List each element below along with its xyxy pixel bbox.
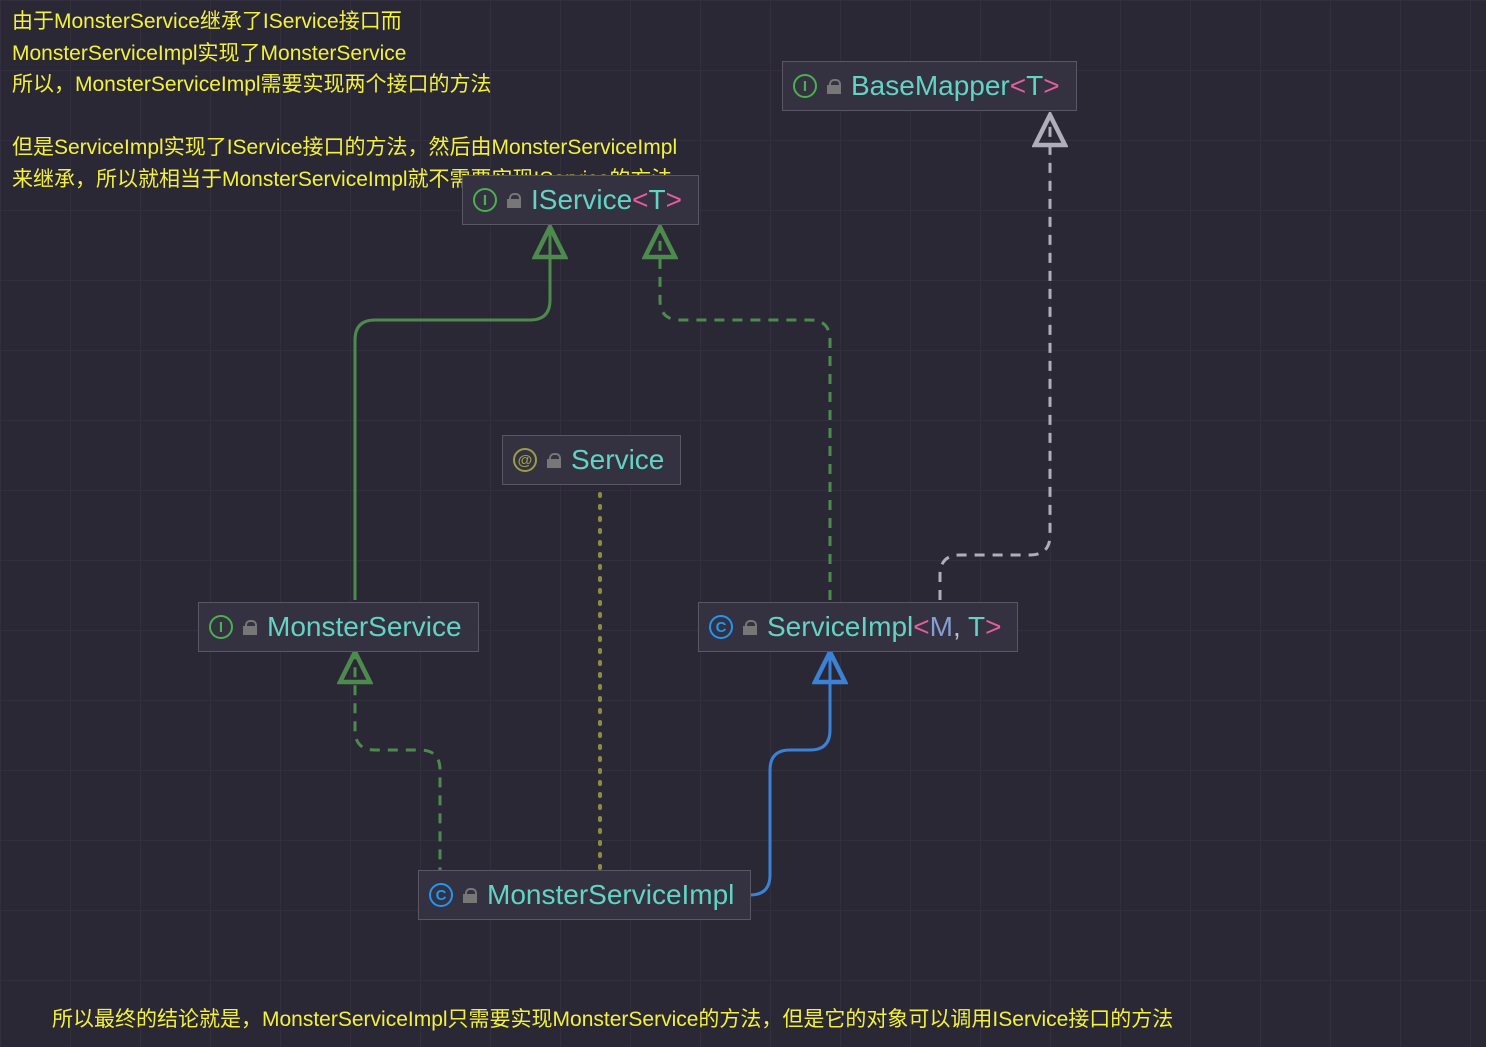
lock-icon (547, 453, 561, 467)
interface-icon: I (209, 615, 233, 639)
node-monsterservice[interactable]: I MonsterService (198, 602, 479, 652)
interface-icon: I (793, 74, 817, 98)
node-label: ServiceImpl<M, T> (767, 611, 1001, 643)
annotation-top: 由于MonsterService继承了IService接口而 MonsterSe… (12, 6, 677, 195)
node-label: MonsterService (267, 611, 462, 643)
node-serviceimpl[interactable]: C ServiceImpl<M, T> (698, 602, 1018, 652)
node-iservice[interactable]: I IService<T> (462, 175, 699, 225)
edge-serviceimpl-to-basemapper (940, 118, 1050, 600)
edge-monsterserviceimpl-to-serviceimpl (685, 655, 830, 895)
lock-icon (507, 193, 521, 207)
lock-icon (463, 888, 477, 902)
node-label: Service (571, 444, 664, 476)
edge-monsterserviceimpl-to-monsterservice (355, 655, 520, 895)
lock-icon (743, 620, 757, 634)
edge-monsterservice-to-iservice (355, 230, 550, 600)
class-icon: C (429, 883, 453, 907)
lock-icon (827, 79, 841, 93)
class-icon: C (709, 615, 733, 639)
annotation-bottom: 所以最终的结论就是，MonsterServiceImpl只需要实现Monster… (52, 1004, 1173, 1036)
edge-serviceimpl-to-iservice (660, 230, 830, 600)
node-label: MonsterServiceImpl (487, 879, 734, 911)
node-service-annotation[interactable]: @ Service (502, 435, 681, 485)
annotation-icon: @ (513, 448, 537, 472)
interface-icon: I (473, 188, 497, 212)
node-label: BaseMapper<T> (851, 70, 1060, 102)
node-monsterserviceimpl[interactable]: C MonsterServiceImpl (418, 870, 751, 920)
node-basemapper[interactable]: I BaseMapper<T> (782, 61, 1077, 111)
node-label: IService<T> (531, 184, 682, 216)
lock-icon (243, 620, 257, 634)
